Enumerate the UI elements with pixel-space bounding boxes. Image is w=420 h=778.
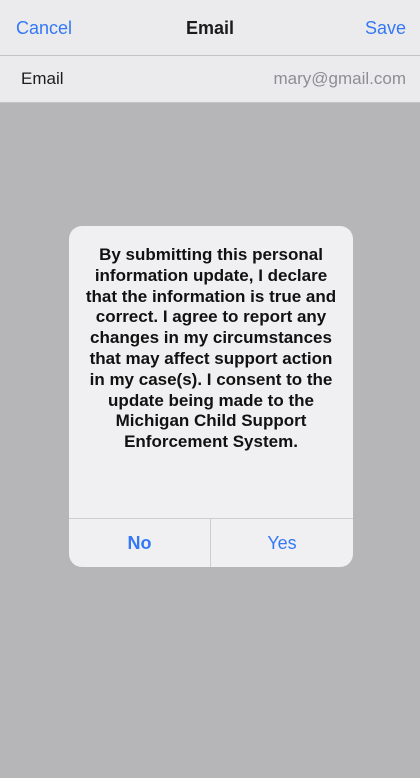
dialog-message: By submitting this personal information … bbox=[85, 245, 337, 452]
dialog-actions: No Yes bbox=[69, 518, 353, 567]
navigation-bar: Cancel Email Save bbox=[0, 0, 420, 56]
email-row: Email bbox=[0, 56, 420, 103]
no-button[interactable]: No bbox=[69, 519, 211, 567]
page-title: Email bbox=[185, 18, 235, 38]
email-label: Email bbox=[21, 69, 64, 88]
confirmation-dialog: By submitting this personal information … bbox=[69, 226, 353, 567]
save-button[interactable]: Save bbox=[365, 17, 406, 39]
email-field[interactable] bbox=[156, 66, 406, 92]
yes-button[interactable]: Yes bbox=[211, 519, 353, 567]
